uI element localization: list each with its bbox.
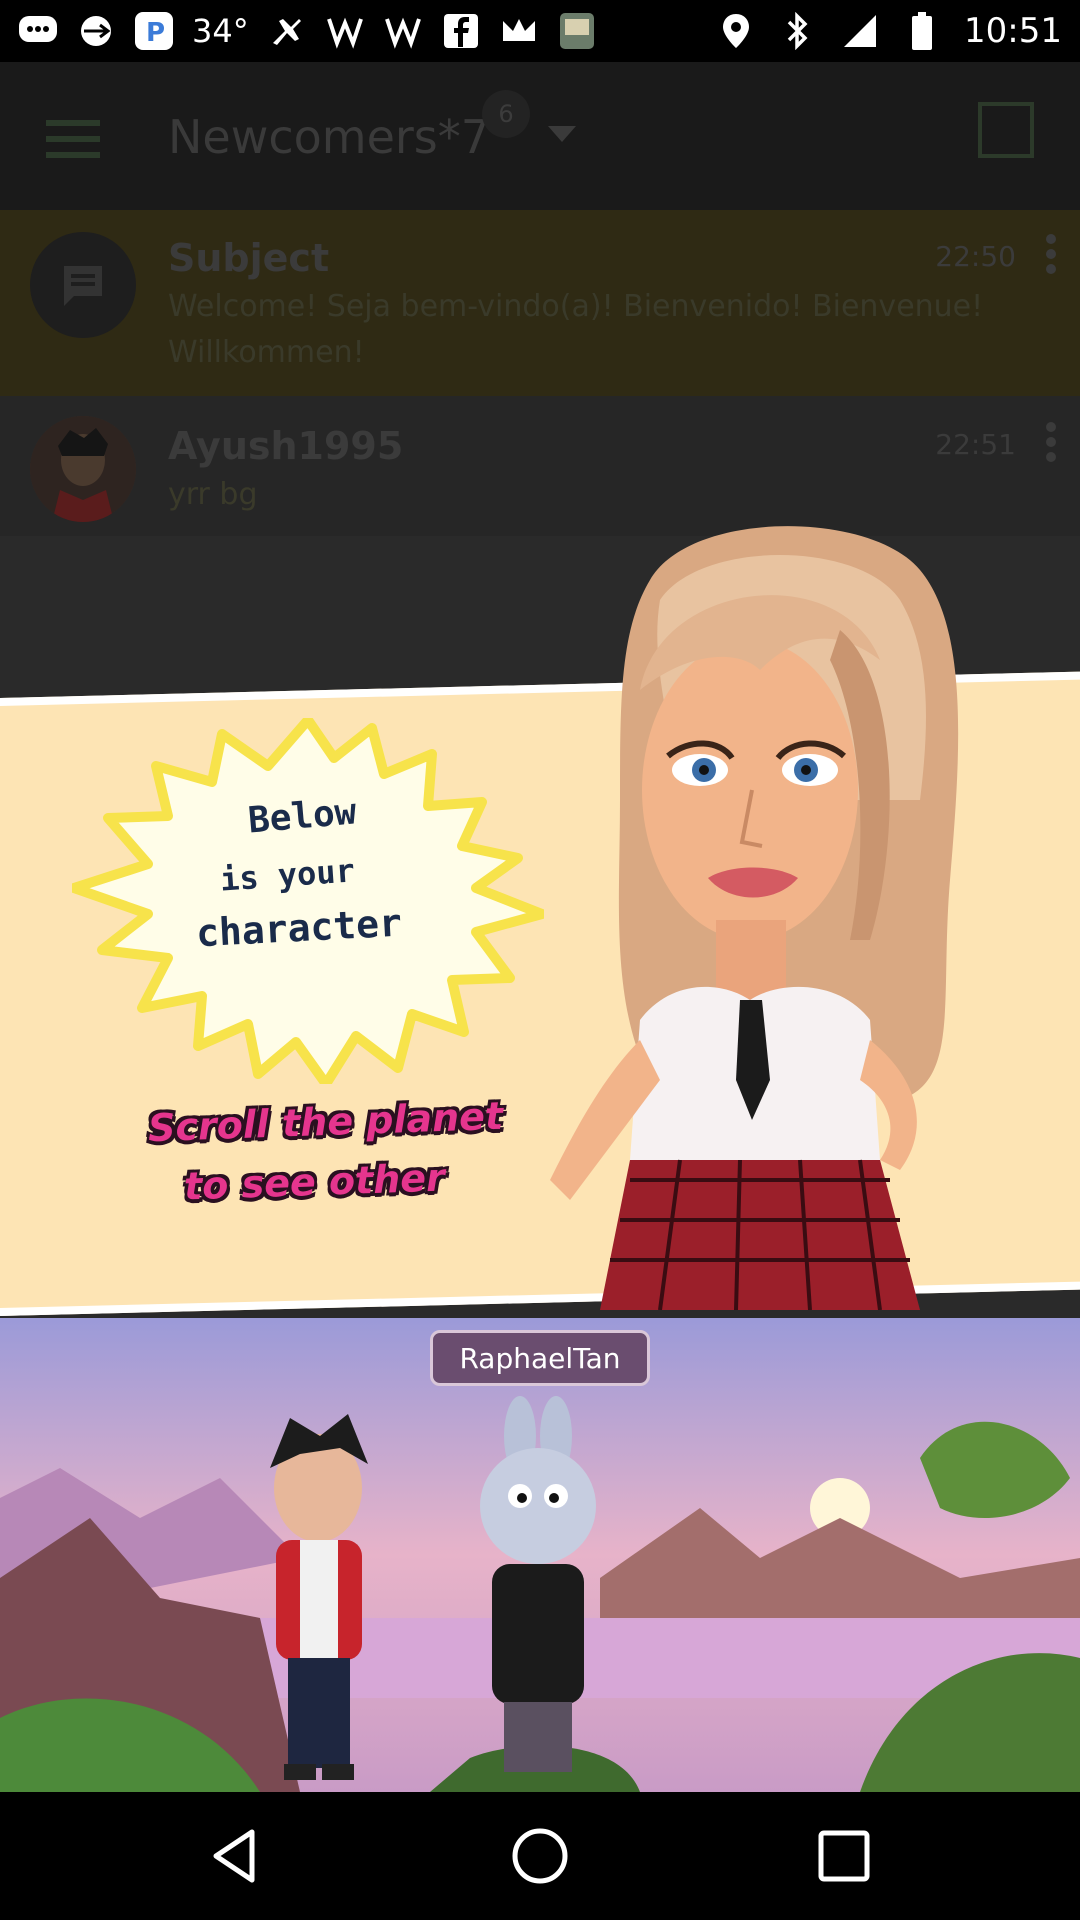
bible-icon — [557, 11, 597, 51]
wifi-like-icon — [325, 11, 365, 51]
location-icon — [716, 11, 756, 51]
svg-text:P: P — [146, 18, 165, 48]
temperature-text: 34° — [192, 12, 249, 50]
battery-icon — [902, 11, 942, 51]
message-text: yrr bg — [168, 477, 258, 512]
clock-text: 10:51 — [964, 11, 1062, 51]
message-sender: Ayush1995 — [168, 424, 404, 468]
message-text: Welcome! Seja bem-vindo(a)! Bienvenido! … — [168, 289, 984, 370]
chevron-down-icon[interactable] — [548, 126, 576, 142]
bluetooth-icon — [778, 11, 818, 51]
list-item[interactable]: Ayush1995 yrr bg 22:51 — [0, 396, 1080, 536]
app-bar: Newcomers*7 6 — [0, 62, 1080, 210]
window-icon[interactable] — [978, 102, 1034, 158]
message-time: 22:51 — [935, 428, 1016, 461]
hamburger-menu-icon[interactable] — [46, 120, 100, 158]
unread-count-badge: 6 — [482, 90, 530, 138]
message-sender: Subject — [168, 236, 330, 280]
usb-icon — [76, 11, 116, 51]
more-options-icon[interactable] — [1046, 234, 1058, 279]
crown-icon — [499, 11, 539, 51]
girl-character-illustration — [550, 526, 959, 1310]
p-app-icon: P — [134, 11, 174, 51]
signal-icon — [840, 11, 880, 51]
page-title[interactable]: Newcomers*7 — [168, 110, 490, 164]
facebook-icon — [441, 11, 481, 51]
message-time: 22:50 — [935, 240, 1016, 273]
recent-apps-icon[interactable] — [814, 1826, 874, 1886]
wifi-like-icon — [383, 11, 423, 51]
back-icon[interactable] — [206, 1826, 266, 1886]
speech-burst — [72, 718, 544, 1084]
avatar — [30, 416, 136, 522]
scroll-hint-text: to see other — [183, 1155, 446, 1209]
list-item[interactable]: Subject Welcome! Seja bem-vindo(a)! Bien… — [0, 210, 1080, 396]
navigation-bar — [0, 1792, 1080, 1920]
message-icon — [30, 232, 136, 338]
character-name-label[interactable]: RaphaelTan — [430, 1330, 650, 1386]
home-icon[interactable] — [510, 1826, 570, 1886]
chat-bubble-icon — [18, 11, 58, 51]
status-bar: P 34° 10:51 — [0, 0, 1080, 62]
planet-scene[interactable] — [0, 1318, 1080, 1792]
plane-icon — [267, 11, 307, 51]
screen: P 34° 10:51 Newcomers*7 6 Subject Welcom… — [0, 0, 1080, 1920]
more-options-icon[interactable] — [1046, 422, 1058, 467]
